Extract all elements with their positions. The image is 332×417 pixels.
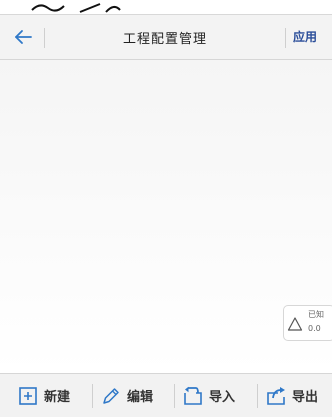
- apply-button[interactable]: 应用: [293, 28, 317, 45]
- toolbar-divider: [92, 384, 93, 408]
- import-label: 导入: [209, 390, 236, 405]
- status-area: [0, 0, 332, 14]
- pencil-icon: [103, 387, 119, 404]
- handwriting-mark-icon: [31, 3, 121, 13]
- known-value: 0.0: [308, 324, 321, 333]
- export-icon: [267, 386, 285, 405]
- known-label: 已知: [308, 310, 324, 319]
- import-icon: [184, 386, 202, 405]
- back-arrow-icon: [15, 30, 32, 44]
- new-button[interactable]: 新建: [18, 374, 70, 417]
- triangle-icon: [287, 317, 303, 331]
- header-divider: [44, 28, 45, 48]
- toolbar-divider: [174, 384, 175, 408]
- import-button[interactable]: 导入: [183, 374, 235, 417]
- content-area: 已知 0.0: [0, 60, 332, 373]
- back-button[interactable]: [10, 25, 36, 49]
- new-icon: [19, 386, 37, 405]
- header-divider: [285, 28, 286, 48]
- edit-label: 编辑: [127, 390, 154, 405]
- new-label: 新建: [44, 390, 71, 405]
- bottom-toolbar: 新建 编辑 导入 导出: [0, 373, 332, 417]
- known-value-widget[interactable]: 已知 0.0: [283, 305, 332, 341]
- toolbar-divider: [257, 384, 258, 408]
- page-title: 工程配置管理: [122, 32, 207, 47]
- title-bar: 工程配置管理 应用: [0, 14, 332, 60]
- edit-button[interactable]: 编辑: [101, 374, 153, 417]
- export-label: 导出: [292, 390, 319, 405]
- export-button[interactable]: 导出: [266, 374, 318, 417]
